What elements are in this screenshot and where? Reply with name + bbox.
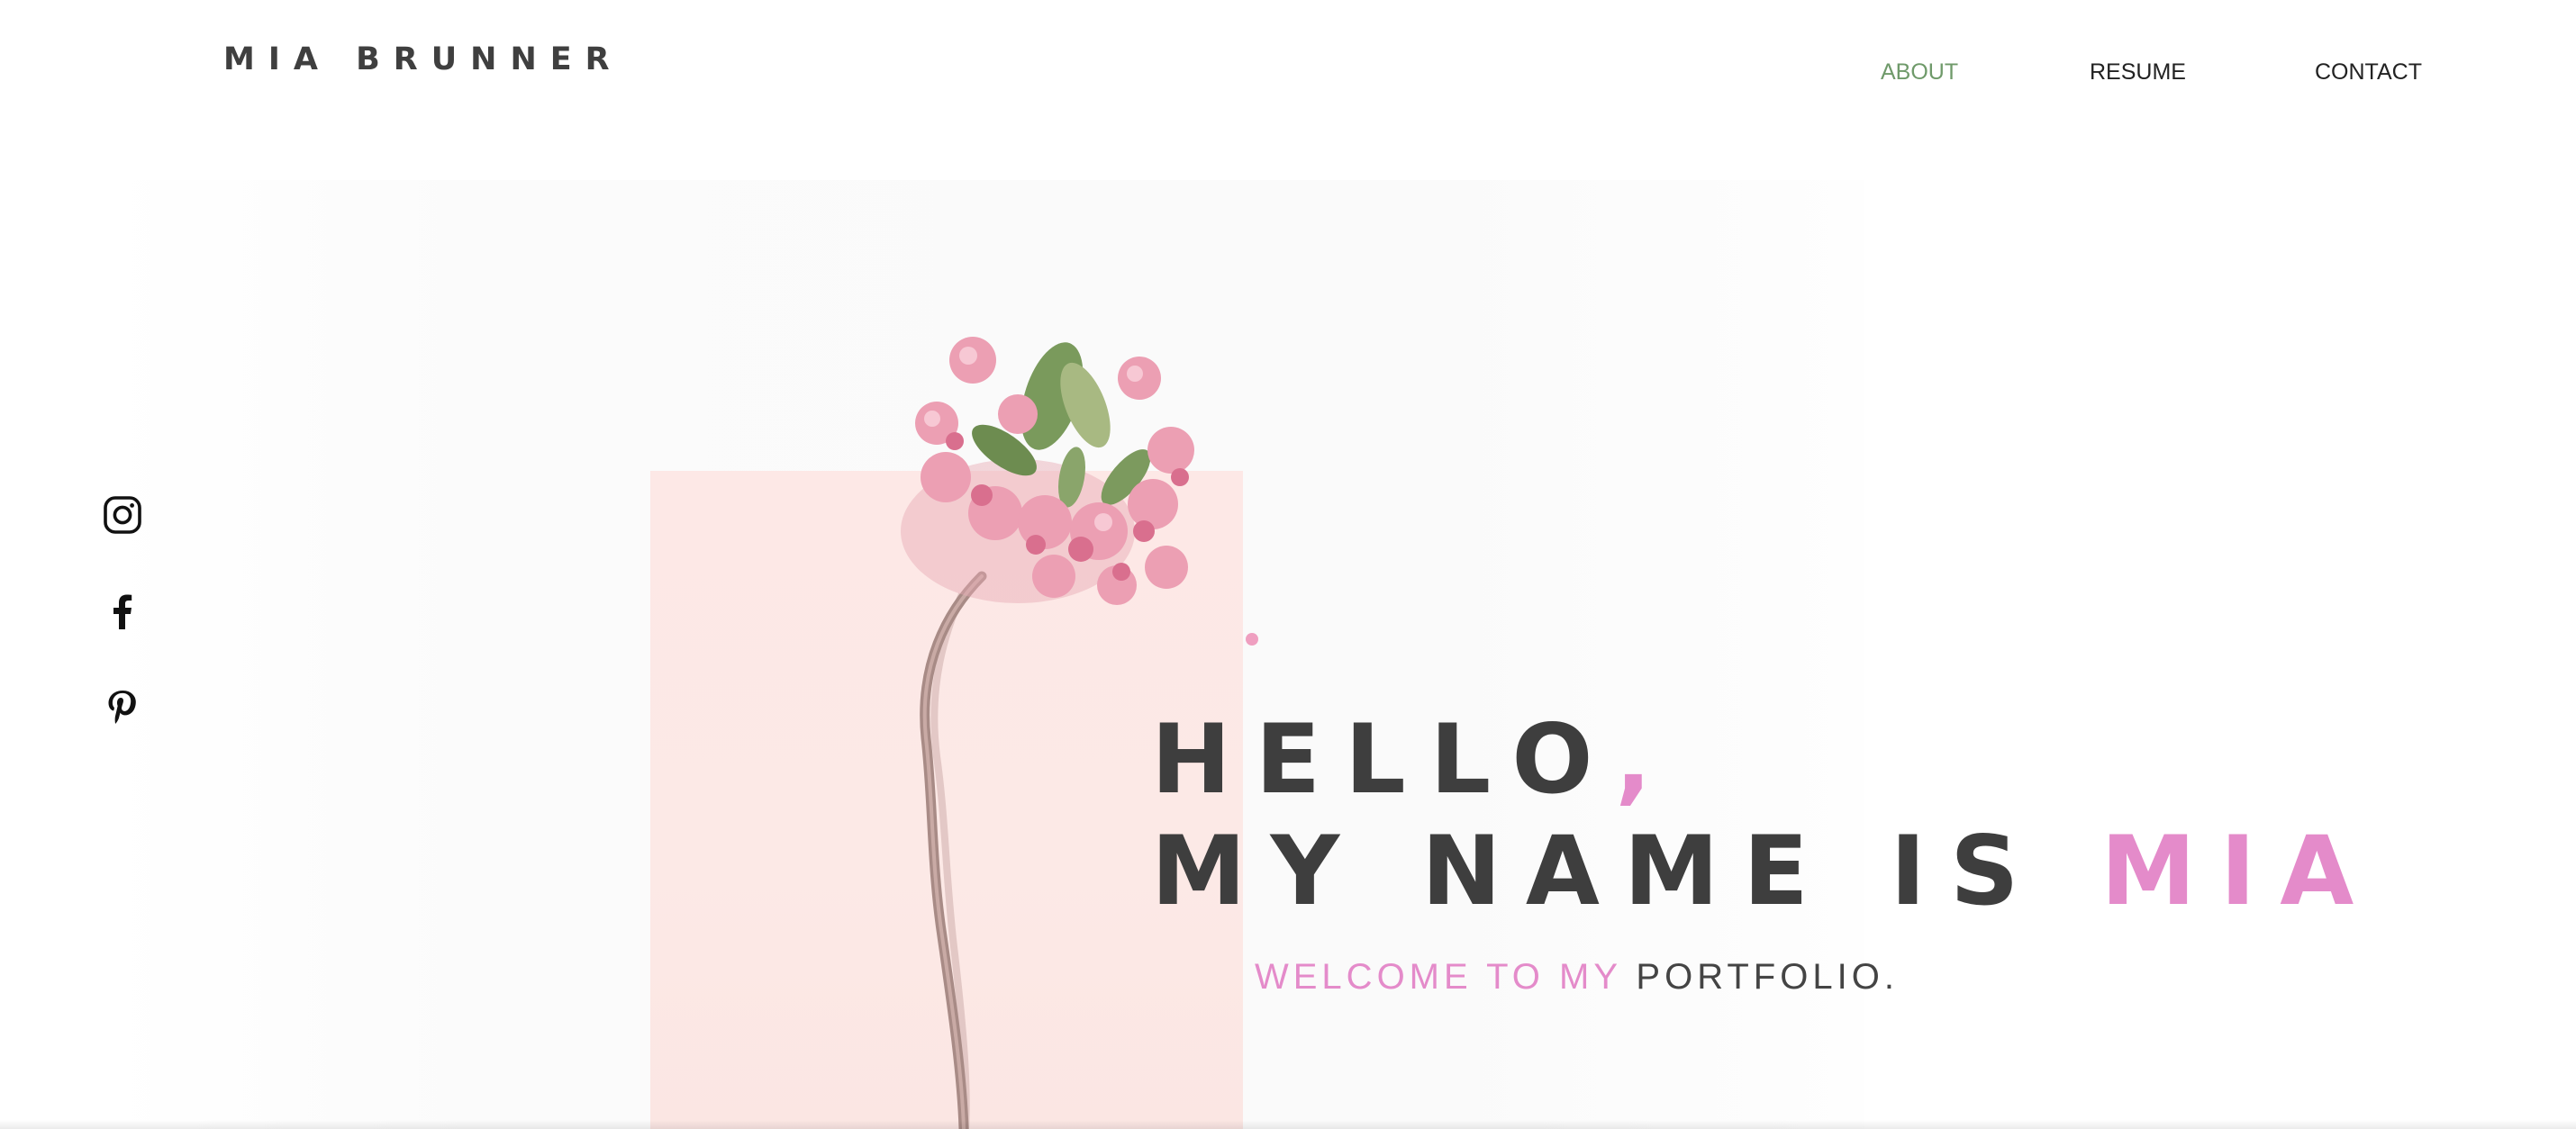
- headline-my-name-is: MY NAME IS: [1151, 816, 2101, 926]
- bottom-edge-shadow: [0, 1120, 2576, 1129]
- hero-tagline: WELCOME TO MY PORTFOLIO.: [1255, 957, 1899, 998]
- instagram-link[interactable]: [101, 493, 144, 537]
- facebook-link[interactable]: [101, 590, 144, 633]
- headline-name: MIA: [2100, 816, 2379, 926]
- tagline-welcome: WELCOME TO MY: [1255, 957, 1622, 997]
- social-links: [101, 493, 144, 782]
- headline-hello: HELLO: [1151, 704, 1616, 815]
- headline-comma: ,: [1615, 704, 1676, 815]
- pinterest-icon: [108, 691, 136, 724]
- headline-line-1: HELLO,: [1151, 704, 2378, 816]
- instagram-icon: [104, 496, 141, 534]
- nav-item-resume[interactable]: RESUME: [2090, 59, 2186, 86]
- headline-line-2: MY NAME IS MIA: [1151, 816, 2378, 927]
- tagline-portfolio: PORTFOLIO.: [1621, 957, 1899, 997]
- pinterest-link[interactable]: [101, 686, 144, 729]
- hero-headline: HELLO, MY NAME IS MIA: [1151, 704, 2378, 927]
- portfolio-page: MIA BRUNNER ABOUT RESUME CONTACT HELLO,: [0, 0, 2576, 1129]
- main-nav: ABOUT RESUME CONTACT: [0, 59, 2576, 95]
- nav-item-about[interactable]: ABOUT: [1881, 59, 1958, 86]
- nav-item-contact[interactable]: CONTACT: [2315, 59, 2422, 86]
- facebook-icon: [113, 594, 132, 629]
